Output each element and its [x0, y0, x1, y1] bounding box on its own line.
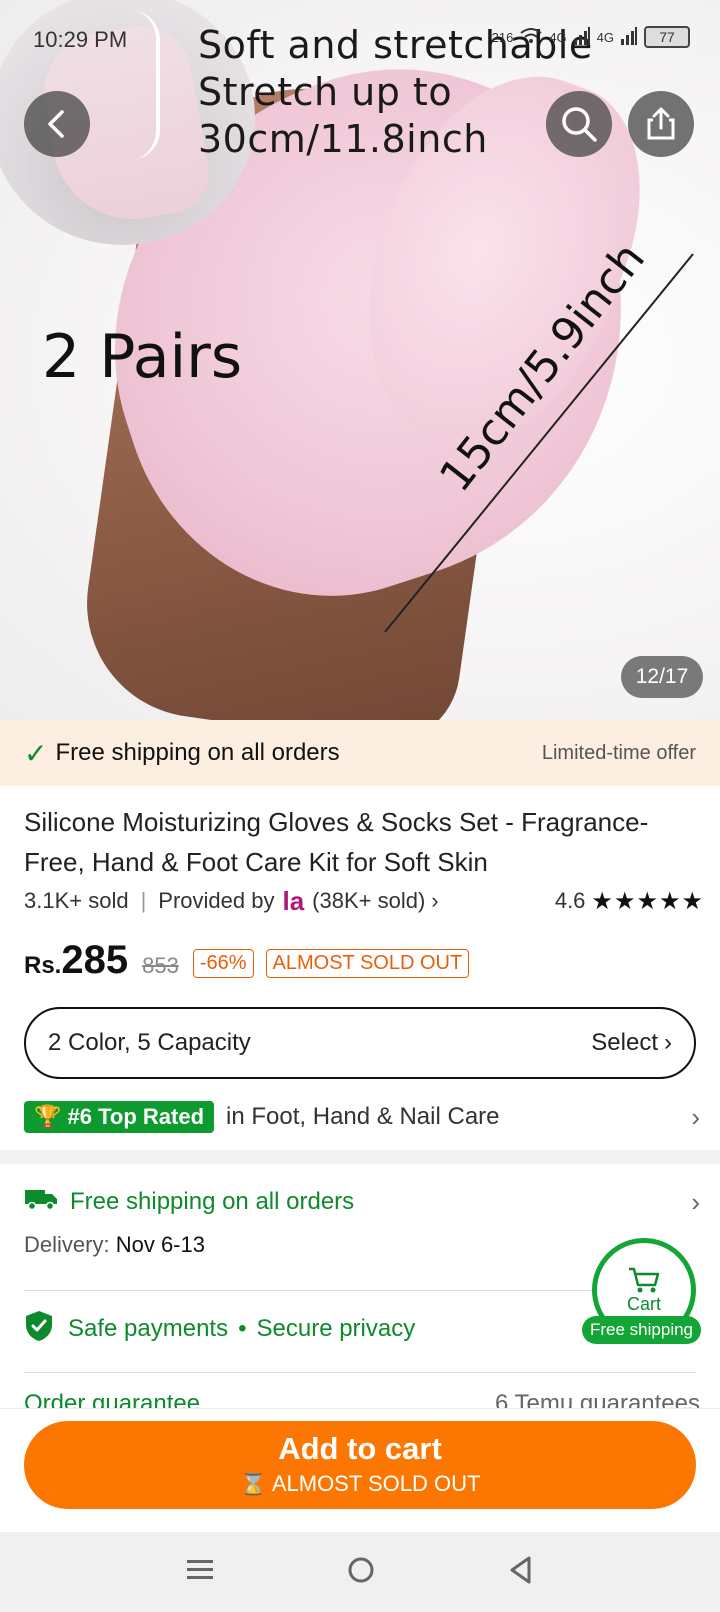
truck-icon	[24, 1187, 58, 1218]
meta-divider: |	[140, 888, 147, 913]
variant-selector[interactable]: 2 Color, 5 Capacity Select ›	[24, 1007, 696, 1079]
discount-badge: -66%	[192, 949, 254, 978]
chevron-right-icon: ›	[691, 1101, 700, 1132]
currency: Rs.	[24, 952, 62, 979]
trophy-icon: 🏆	[34, 1104, 62, 1129]
cta-sub-label: ALMOST SOLD OUT	[271, 1471, 481, 1496]
shipping-row[interactable]: Free shipping on all orders ›	[24, 1185, 700, 1219]
free-shipping-pill: Free shipping	[582, 1316, 702, 1344]
original-price: 853	[142, 953, 179, 978]
shipping-title: Free shipping on all orders	[70, 1188, 355, 1215]
rating[interactable]: 4.6 ★★★★★	[555, 887, 704, 916]
menu-icon[interactable]	[185, 1557, 215, 1588]
section-divider	[0, 1150, 720, 1164]
system-nav-bar	[0, 1532, 720, 1612]
search-button[interactable]	[546, 91, 612, 157]
pairs-label: 2 Pairs	[42, 322, 243, 392]
free-shipping-banner[interactable]: ✓ Free shipping on all orders Limited-ti…	[0, 720, 720, 786]
hero-caption-line1: Soft and stretchable	[198, 23, 593, 67]
sold-count: 3.1K+ sold	[24, 888, 129, 913]
banner-text: Free shipping on all orders	[55, 739, 340, 766]
add-to-cart-label: Add to cart	[278, 1431, 442, 1466]
seller-logo[interactable]: la	[282, 886, 304, 917]
price-amount: 285	[61, 938, 129, 982]
seller-sold-link[interactable]: (38K+ sold)	[312, 888, 425, 914]
delivery-info: Delivery: Nov 6-13	[24, 1232, 205, 1258]
back-arrow-icon	[48, 110, 64, 138]
chevron-right-icon: ›	[691, 1186, 700, 1217]
stock-badge: ALMOST SOLD OUT	[265, 949, 470, 978]
product-meta: 3.1K+ sold | Provided by la (38K+ sold) …	[24, 884, 704, 918]
select-label: Select	[591, 1029, 658, 1056]
product-image[interactable]: Soft and stretchable Stretch up to 30cm/…	[0, 0, 720, 720]
search-icon	[562, 107, 597, 142]
bottom-action-bar: Add to cart ⌛ ALMOST SOLD OUT	[0, 1408, 720, 1532]
safe-payments-text: Safe payments	[68, 1315, 229, 1342]
rank-category: in Foot, Hand & Nail Care	[226, 1103, 500, 1130]
delivery-label: Delivery:	[24, 1232, 110, 1257]
delivery-date: Nov 6-13	[115, 1232, 205, 1257]
cart-label: Cart	[626, 1293, 661, 1314]
home-icon[interactable]	[346, 1555, 376, 1590]
product-title: Silicone Moisturizing Gloves & Socks Set…	[24, 807, 649, 877]
check-icon: ✓	[24, 737, 48, 769]
image-counter: 12/17	[621, 656, 703, 698]
measure-line	[384, 253, 694, 633]
divider	[24, 1372, 696, 1373]
cta-subtext: ⌛ ALMOST SOLD OUT	[24, 1471, 696, 1497]
floating-cart-button[interactable]: Cart Free shipping	[582, 1238, 720, 1348]
back-triangle-icon[interactable]	[507, 1555, 535, 1590]
rating-value: 4.6	[554, 888, 586, 913]
stretch-arrow-shape	[130, 10, 160, 160]
top-rated-badge: 🏆 #6 Top Rated	[24, 1101, 215, 1133]
add-to-cart-button[interactable]: Add to cart ⌛ ALMOST SOLD OUT	[24, 1421, 696, 1509]
price-row: Rs. 285 853 -66% ALMOST SOLD OUT	[24, 938, 481, 988]
top-rated-row[interactable]: 🏆 #6 Top Rated in Foot, Hand & Nail Care…	[24, 1100, 700, 1134]
cart-icon	[629, 1267, 660, 1292]
star-rating-icon: ★★★★★	[591, 887, 704, 915]
dot-separator: •	[238, 1315, 247, 1342]
chevron-right-icon[interactable]: ›	[431, 888, 438, 914]
secure-privacy-text: Secure privacy	[256, 1315, 416, 1342]
variant-text: 2 Color, 5 Capacity	[48, 1029, 251, 1056]
limited-offer-text: Limited-time offer	[541, 741, 696, 764]
shield-check-icon	[24, 1310, 54, 1349]
top-rated-text: #6 Top Rated	[67, 1104, 205, 1129]
back-button[interactable]	[24, 91, 90, 157]
hourglass-icon: ⌛	[239, 1471, 267, 1496]
provided-by-label: Provided by	[158, 888, 275, 913]
share-button[interactable]	[628, 91, 694, 157]
safe-payments-row[interactable]: Safe payments • Secure privacy	[24, 1310, 584, 1349]
share-icon	[647, 107, 675, 140]
chevron-right-icon: ›	[664, 1029, 672, 1056]
